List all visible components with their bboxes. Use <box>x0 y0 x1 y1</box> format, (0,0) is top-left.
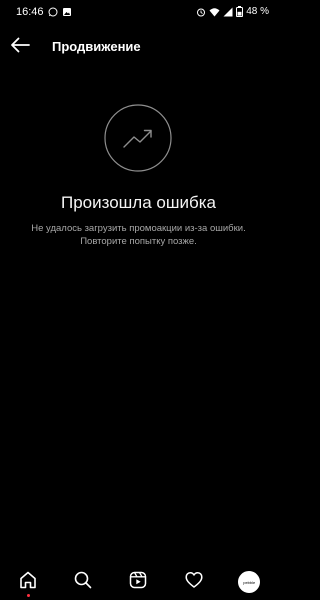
nav-activity[interactable] <box>176 564 212 600</box>
status-bar: 16:46 48 % <box>0 0 277 26</box>
status-left: 16:46 <box>16 6 72 18</box>
heart-icon <box>185 571 203 594</box>
back-button[interactable] <box>8 35 32 59</box>
bottom-nav: pebble <box>0 564 277 600</box>
reels-icon <box>129 571 147 594</box>
avatar-text: pebble <box>243 579 256 585</box>
page-title: Продвижение <box>52 39 141 54</box>
search-icon <box>74 571 92 594</box>
home-icon <box>19 571 37 594</box>
nav-search[interactable] <box>65 564 101 600</box>
whatsapp-icon <box>48 7 58 17</box>
battery-percent: 48 % <box>246 6 269 17</box>
signal-icon <box>223 7 233 17</box>
wifi-icon <box>209 7 220 17</box>
error-title: Произошла ошибка <box>60 193 216 212</box>
gallery-icon <box>62 7 72 17</box>
arrow-left-icon <box>10 37 30 58</box>
trending-up-icon <box>104 104 172 172</box>
avatar: pebble <box>238 571 261 593</box>
notification-dot <box>26 594 30 597</box>
status-right: 48 % <box>196 6 269 17</box>
error-message: Не удалось загрузить промоакции из-за ош… <box>31 223 246 247</box>
nav-reels[interactable] <box>120 564 156 600</box>
nav-home[interactable] <box>10 564 46 600</box>
header: Продвижение <box>0 30 277 64</box>
status-time: 16:46 <box>16 6 44 18</box>
nav-profile[interactable]: pebble <box>231 564 267 600</box>
battery-icon <box>236 6 244 17</box>
alarm-icon <box>196 7 206 17</box>
